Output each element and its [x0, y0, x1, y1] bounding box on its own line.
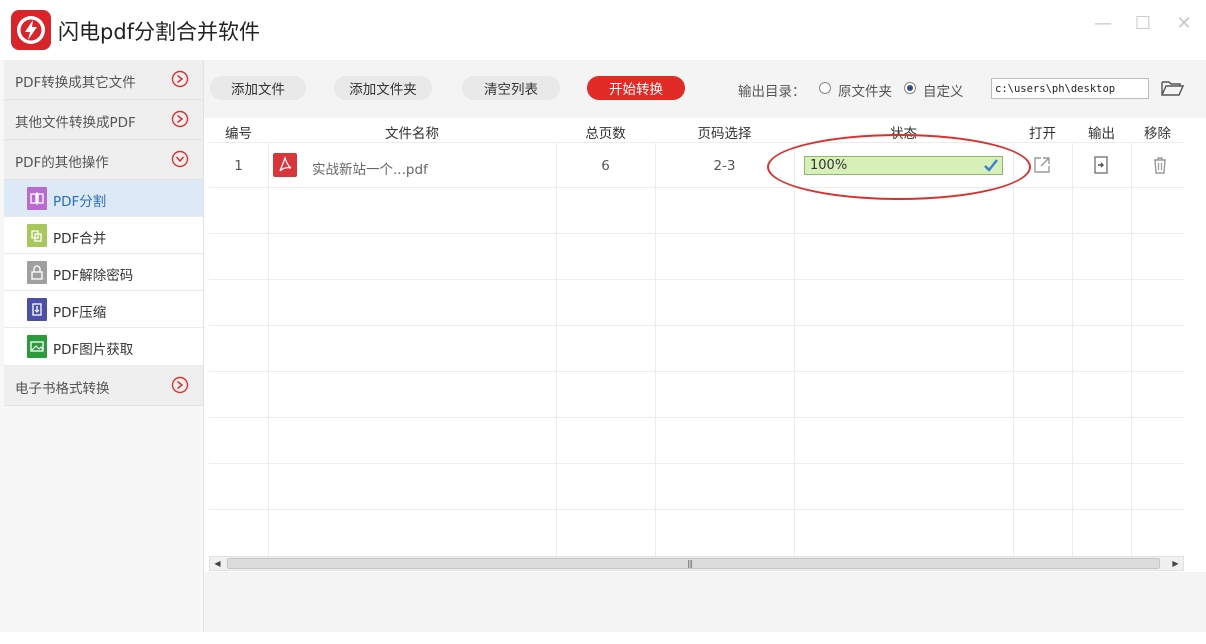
- close-button[interactable]: ✕: [1172, 12, 1196, 36]
- open-external-icon[interactable]: [1032, 155, 1052, 175]
- folder-open-icon[interactable]: [1160, 78, 1184, 98]
- maximize-button[interactable]: ☐: [1131, 12, 1155, 36]
- row-total-pages: 6: [601, 158, 610, 174]
- row-index: 1: [234, 158, 243, 174]
- grid-line: [209, 417, 1184, 418]
- chevron-right-icon: [171, 376, 189, 394]
- sidebar-category-other-to-pdf[interactable]: 其他文件转换成PDF: [4, 100, 203, 140]
- minimize-button[interactable]: —: [1091, 12, 1115, 36]
- file-table: 编号 文件名称 总页数 页码选择 状态 打开 输出 移除 1 实战新站一个...…: [209, 118, 1184, 556]
- chevron-right-icon: [171, 70, 189, 88]
- sidebar-item-label: PDF合并: [53, 231, 107, 247]
- sidebar-item-label: PDF压缩: [53, 305, 107, 321]
- grid-line: [556, 142, 557, 556]
- header-index: 编号: [225, 126, 252, 142]
- radio-original-folder-label[interactable]: 原文件夹: [838, 80, 892, 100]
- sidebar-item-pdf-unlock[interactable]: PDF解除密码: [4, 254, 203, 291]
- category-label: PDF的其他操作: [15, 155, 109, 171]
- grid-line: [1072, 142, 1073, 556]
- grid-line: [1013, 142, 1014, 556]
- sidebar-item-pdf-compress[interactable]: PDF压缩: [4, 291, 203, 328]
- category-label: PDF转换成其它文件: [15, 75, 136, 91]
- header-remove: 移除: [1144, 126, 1171, 142]
- sidebar-category-ebook[interactable]: 电子书格式转换: [4, 366, 203, 406]
- header-filename: 文件名称: [385, 126, 439, 142]
- header-total-pages: 总页数: [585, 126, 626, 142]
- grid-line: [794, 142, 795, 556]
- sidebar-item-label: PDF图片获取: [53, 342, 134, 358]
- grid-line: [1131, 142, 1132, 556]
- trash-icon[interactable]: [1150, 155, 1170, 175]
- horizontal-scrollbar[interactable]: ◀ ||| ▶: [209, 556, 1184, 571]
- title-bar: 闪电pdf分割合并软件 — ☐ ✕: [0, 0, 1206, 60]
- image-extract-icon: [27, 335, 47, 358]
- chevron-right-icon: [171, 110, 189, 128]
- start-convert-button[interactable]: 开始转换: [587, 76, 685, 100]
- merge-icon: [27, 224, 47, 247]
- grid-line: [209, 325, 1184, 326]
- category-label: 电子书格式转换: [15, 381, 110, 397]
- table-header: 编号 文件名称 总页数 页码选择 状态 打开 输出 移除: [209, 118, 1184, 142]
- sidebar-item-pdf-split[interactable]: PDF分割: [4, 180, 203, 217]
- grid-line: [655, 142, 656, 556]
- radio-custom-folder[interactable]: [904, 82, 916, 94]
- pdf-file-icon: [273, 153, 297, 177]
- sidebar-item-label: PDF解除密码: [53, 268, 134, 284]
- grid-line: [209, 187, 1184, 188]
- radio-original-folder[interactable]: [819, 82, 831, 94]
- add-file-button[interactable]: 添加文件: [210, 76, 306, 100]
- grid-line: [209, 142, 1184, 143]
- scroll-right-icon[interactable]: ▶: [1169, 558, 1182, 570]
- scrollbar-thumb[interactable]: |||: [227, 558, 1160, 569]
- grid-line: [209, 371, 1184, 372]
- grid-line: [209, 463, 1184, 464]
- header-page-select: 页码选择: [697, 126, 752, 142]
- highlight-ellipse: [767, 134, 1031, 200]
- header-output: 输出: [1088, 126, 1115, 142]
- output-icon[interactable]: [1091, 155, 1111, 175]
- unlock-icon: [27, 261, 47, 284]
- sidebar-item-pdf-image-extract[interactable]: PDF图片获取: [4, 328, 203, 366]
- output-dir-label: 输出目录：: [738, 84, 806, 100]
- sidebar: PDF转换成其它文件 其他文件转换成PDF PDF的其他操作 PDF分割 PDF…: [0, 60, 204, 632]
- add-folder-button[interactable]: 添加文件夹: [334, 76, 432, 100]
- radio-custom-folder-label[interactable]: 自定义: [923, 80, 964, 100]
- chevron-down-icon: [171, 150, 189, 168]
- grid-line: [268, 142, 269, 556]
- scroll-left-icon[interactable]: ◀: [211, 558, 224, 570]
- category-label: 其他文件转换成PDF: [15, 115, 136, 131]
- compress-icon: [27, 298, 47, 321]
- sidebar-category-pdf-other-ops[interactable]: PDF的其他操作: [4, 140, 203, 180]
- row-filename: 实战新站一个...pdf: [312, 162, 428, 178]
- header-open: 打开: [1029, 126, 1056, 142]
- grid-line: [209, 233, 1184, 234]
- grid-line: [209, 279, 1184, 280]
- sidebar-item-pdf-merge[interactable]: PDF合并: [4, 217, 203, 254]
- clear-list-button[interactable]: 清空列表: [462, 76, 560, 100]
- app-title: 闪电pdf分割合并软件: [58, 20, 261, 44]
- app-logo-icon: [11, 10, 51, 50]
- split-icon: [27, 187, 47, 210]
- sidebar-item-label: PDF分割: [53, 194, 107, 210]
- bottom-area: [204, 572, 1206, 632]
- scroll-grip-icon: |||: [687, 559, 693, 568]
- toolbar: 添加文件 添加文件夹 清空列表 开始转换 输出目录： 原文件夹 自定义: [204, 60, 1206, 118]
- sidebar-category-pdf-to-other[interactable]: PDF转换成其它文件: [4, 60, 203, 100]
- output-path-input[interactable]: [991, 78, 1149, 99]
- grid-line: [209, 509, 1184, 510]
